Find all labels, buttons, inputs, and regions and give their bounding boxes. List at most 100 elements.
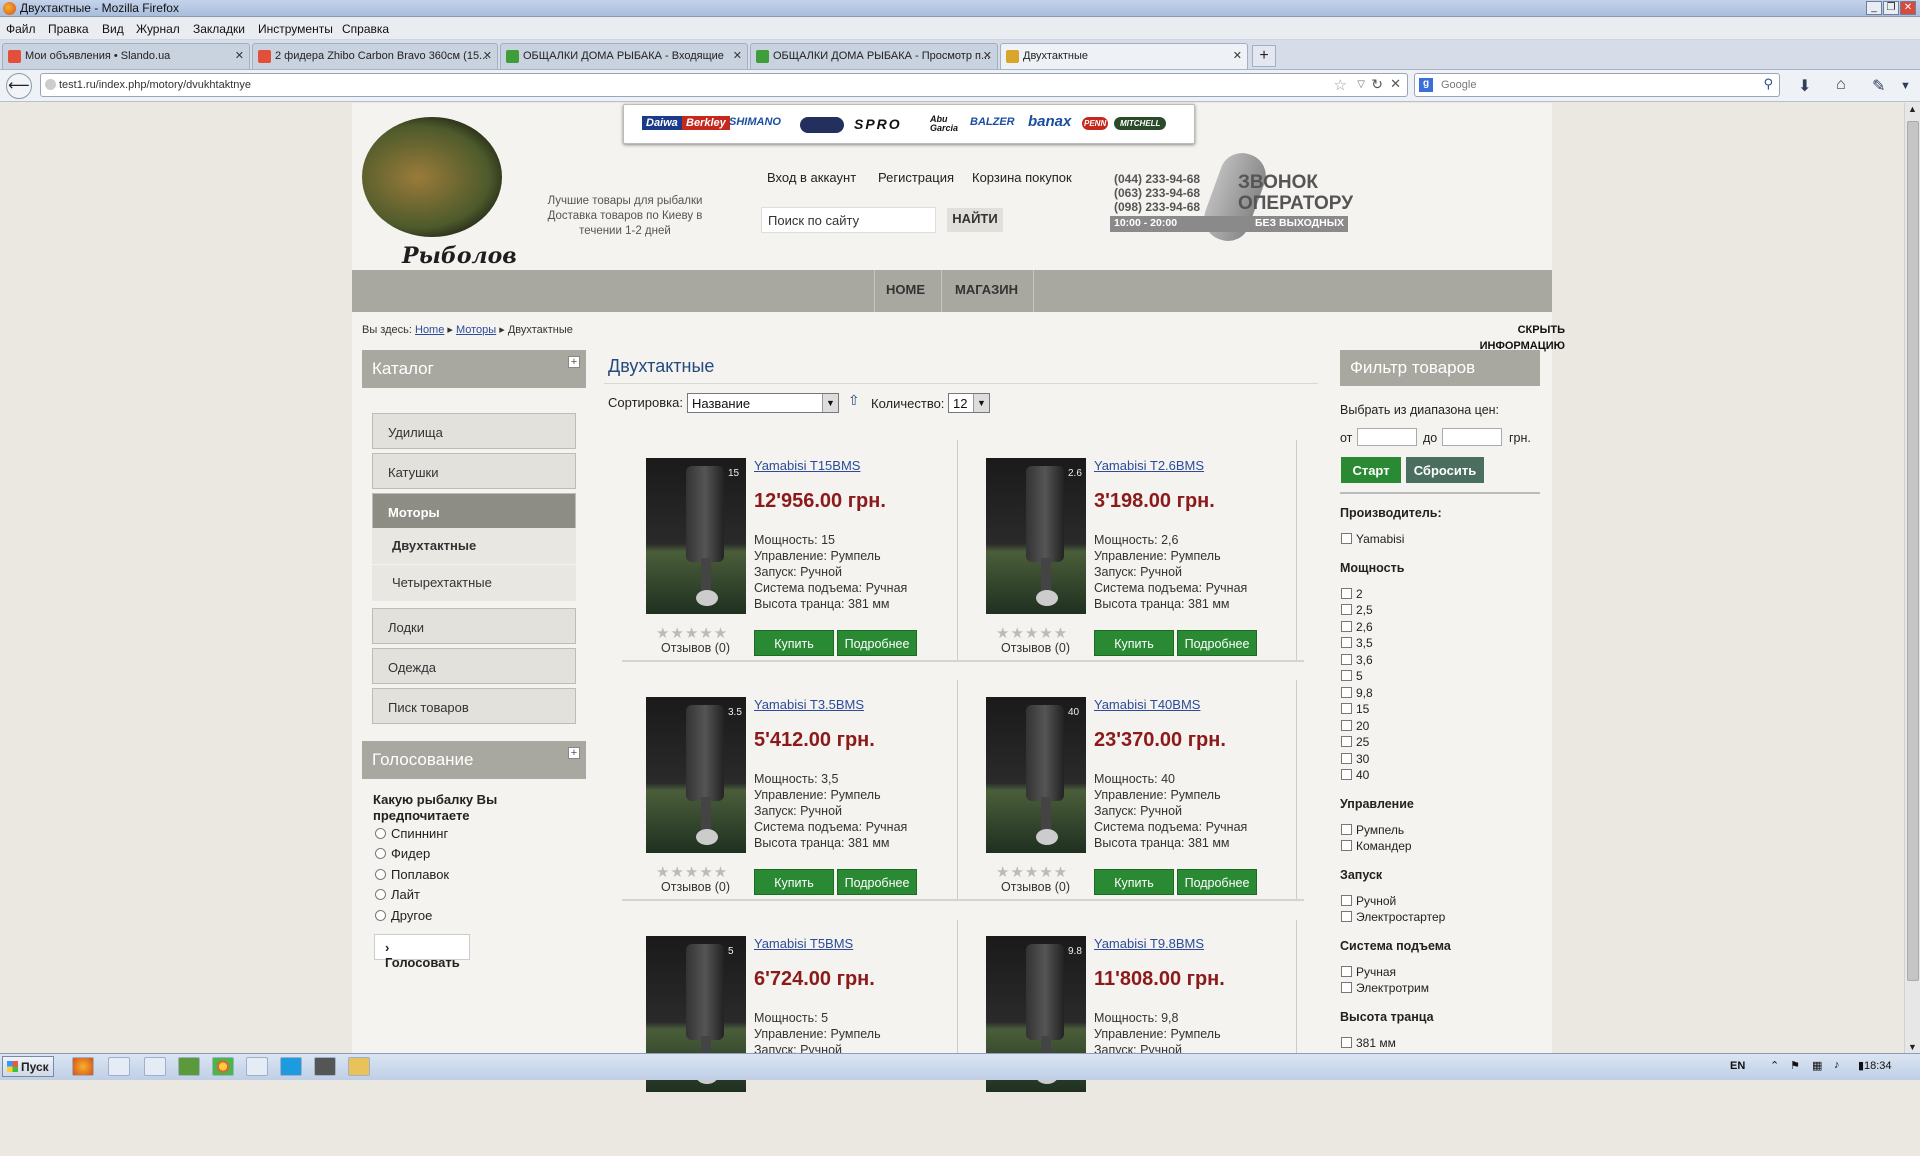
reload-icon[interactable]: ↻ bbox=[1371, 76, 1383, 93]
google-icon[interactable]: g bbox=[1419, 78, 1433, 92]
settings-taskbar-icon[interactable] bbox=[144, 1057, 166, 1076]
filter-start-checkbox[interactable]: Ручной bbox=[1341, 894, 1396, 908]
minimize-button[interactable]: _ bbox=[1866, 1, 1882, 15]
vote-button[interactable]: › Голосовать bbox=[374, 934, 470, 970]
close-button[interactable]: ✕ bbox=[1900, 1, 1916, 15]
details-button[interactable]: Подробнее bbox=[837, 630, 917, 656]
sort-direction-icon[interactable]: ⇧ bbox=[848, 392, 860, 409]
reviews-count[interactable]: Отзывов (0) bbox=[1001, 641, 1070, 655]
close-tab-icon[interactable]: ✕ bbox=[1233, 49, 1242, 62]
filter-start-button[interactable]: Старт bbox=[1341, 457, 1401, 483]
radio-icon[interactable] bbox=[375, 910, 386, 921]
product-name-link[interactable]: Yamabisi T9.8BMS bbox=[1094, 936, 1204, 951]
firefox-taskbar-icon[interactable] bbox=[72, 1057, 94, 1076]
product-image[interactable]: 15 bbox=[646, 458, 746, 614]
skype-taskbar-icon[interactable] bbox=[280, 1057, 302, 1076]
checkbox-icon[interactable] bbox=[1341, 982, 1352, 993]
filter-start-checkbox[interactable]: Электростартер bbox=[1341, 910, 1445, 924]
tab-inbox[interactable]: ОБЩАЛКИ ДОМА РЫБАКА - Входящие ✕ bbox=[500, 43, 748, 69]
filter-control-checkbox[interactable]: Командер bbox=[1341, 839, 1412, 853]
checkbox-icon[interactable] bbox=[1341, 686, 1352, 698]
checkbox-icon[interactable] bbox=[1341, 719, 1352, 731]
site-identity-icon[interactable] bbox=[45, 79, 56, 90]
filter-power-checkbox[interactable]: 2,5 bbox=[1341, 603, 1373, 617]
breadcrumb-home-link[interactable]: Home bbox=[415, 324, 444, 336]
catalog-item-clothes[interactable]: Одежда bbox=[372, 648, 576, 684]
scrollbar-thumb[interactable] bbox=[1907, 121, 1919, 981]
details-button[interactable]: Подробнее bbox=[837, 869, 917, 895]
login-link[interactable]: Вход в аккаунт bbox=[767, 170, 856, 185]
price-to-input[interactable] bbox=[1442, 428, 1502, 446]
filter-reset-button[interactable]: Сбросить bbox=[1406, 457, 1484, 483]
checkbox-icon[interactable] bbox=[1341, 703, 1352, 714]
catalog-item-boats[interactable]: Лодки bbox=[372, 608, 576, 644]
poll-option-light[interactable]: Лайт bbox=[375, 887, 420, 902]
rating-stars[interactable]: ★★★★★ bbox=[656, 624, 728, 642]
checkbox-icon[interactable] bbox=[1341, 670, 1352, 681]
filter-lift-checkbox[interactable]: Электротрим bbox=[1341, 981, 1429, 995]
menu-help[interactable]: Справка bbox=[342, 22, 389, 36]
checkbox-icon[interactable] bbox=[1341, 1036, 1352, 1048]
radio-icon[interactable] bbox=[375, 869, 386, 880]
tab-active[interactable]: Двухтактные ✕ bbox=[1000, 43, 1248, 69]
chrome-taskbar-icon[interactable] bbox=[212, 1057, 234, 1076]
menu-dropdown-icon[interactable]: ▼ bbox=[1900, 80, 1911, 92]
checkbox-icon[interactable] bbox=[1341, 533, 1352, 544]
checkbox-icon[interactable] bbox=[1341, 653, 1352, 665]
sort-select[interactable]: Название ▼ bbox=[687, 393, 839, 413]
menu-view[interactable]: Вид bbox=[102, 22, 124, 36]
maximize-button[interactable]: ❐ bbox=[1883, 1, 1899, 15]
checkbox-icon[interactable] bbox=[1341, 604, 1352, 615]
stop-icon[interactable]: ✕ bbox=[1390, 76, 1401, 92]
catalog-item-rods[interactable]: Удилища bbox=[372, 413, 576, 449]
tab-forum-view[interactable]: ОБЩАЛКИ ДОМА РЫБАКА - Просмотр п... ✕ bbox=[750, 43, 998, 69]
buy-button[interactable]: Купить bbox=[1094, 630, 1174, 656]
product-name-link[interactable]: Yamabisi T2.6BMS bbox=[1094, 458, 1204, 473]
catalog-item-reels[interactable]: Катушки bbox=[372, 453, 576, 489]
poll-option-feeder[interactable]: Фидер bbox=[375, 846, 430, 861]
price-from-input[interactable] bbox=[1357, 428, 1417, 446]
search-button[interactable]: НАЙТИ bbox=[947, 208, 1003, 232]
details-button[interactable]: Подробнее bbox=[1177, 869, 1257, 895]
network-icon[interactable]: ▦ bbox=[1812, 1059, 1822, 1072]
reviews-count[interactable]: Отзывов (0) bbox=[661, 880, 730, 894]
poll-option-other[interactable]: Другое bbox=[375, 908, 432, 923]
start-button[interactable]: Пуск bbox=[2, 1056, 54, 1077]
home-icon[interactable]: ⌂ bbox=[1836, 76, 1846, 94]
nav-home[interactable]: HOME bbox=[886, 282, 925, 297]
buy-button[interactable]: Купить bbox=[754, 630, 834, 656]
checkbox-icon[interactable] bbox=[1341, 637, 1352, 648]
catalog-item-search[interactable]: Писк товаров bbox=[372, 688, 576, 724]
poll-header[interactable]: Голосование + bbox=[362, 741, 586, 779]
filter-lift-checkbox[interactable]: Ручная bbox=[1341, 965, 1396, 979]
cart-link[interactable]: Корзина покупок bbox=[972, 170, 1072, 185]
register-link[interactable]: Регистрация bbox=[878, 170, 954, 185]
catalog-header[interactable]: Каталог + bbox=[362, 350, 586, 388]
product-name-link[interactable]: Yamabisi T15BMS bbox=[754, 458, 860, 473]
utility-taskbar-icon[interactable] bbox=[178, 1057, 200, 1076]
catalog-item-motors[interactable]: Моторы bbox=[372, 493, 576, 529]
product-name-link[interactable]: Yamabisi T5BMS bbox=[754, 936, 853, 951]
tray-arrow-icon[interactable]: ⌃ bbox=[1770, 1059, 1779, 1072]
catalog-sub-two-stroke[interactable]: Двухтактные bbox=[372, 528, 576, 564]
media-taskbar-icon[interactable] bbox=[314, 1057, 336, 1076]
folder-taskbar-icon[interactable] bbox=[348, 1057, 370, 1076]
radio-icon[interactable] bbox=[375, 848, 386, 859]
details-button[interactable]: Подробнее bbox=[1177, 630, 1257, 656]
filter-power-checkbox[interactable]: 40 bbox=[1341, 768, 1369, 782]
filter-power-checkbox[interactable]: 15 bbox=[1341, 702, 1369, 716]
bookmark-star-icon[interactable]: ☆ bbox=[1334, 76, 1347, 94]
close-tab-icon[interactable]: ✕ bbox=[235, 49, 244, 62]
close-tab-icon[interactable]: ✕ bbox=[733, 49, 742, 62]
checkbox-icon[interactable] bbox=[1341, 965, 1352, 977]
downloads-icon[interactable]: ⬇ bbox=[1798, 76, 1811, 96]
filter-power-checkbox[interactable]: 3,5 bbox=[1341, 636, 1373, 650]
product-image[interactable]: 40 bbox=[986, 697, 1086, 853]
breadcrumb-section-link[interactable]: Моторы bbox=[456, 324, 496, 336]
checkbox-icon[interactable] bbox=[1341, 736, 1352, 747]
checkbox-icon[interactable] bbox=[1341, 620, 1352, 632]
notepad-taskbar-icon[interactable] bbox=[108, 1057, 130, 1076]
filter-power-checkbox[interactable]: 2,6 bbox=[1341, 620, 1373, 634]
checkbox-icon[interactable] bbox=[1341, 894, 1352, 906]
quantity-select[interactable]: 12 ▼ bbox=[948, 393, 990, 413]
